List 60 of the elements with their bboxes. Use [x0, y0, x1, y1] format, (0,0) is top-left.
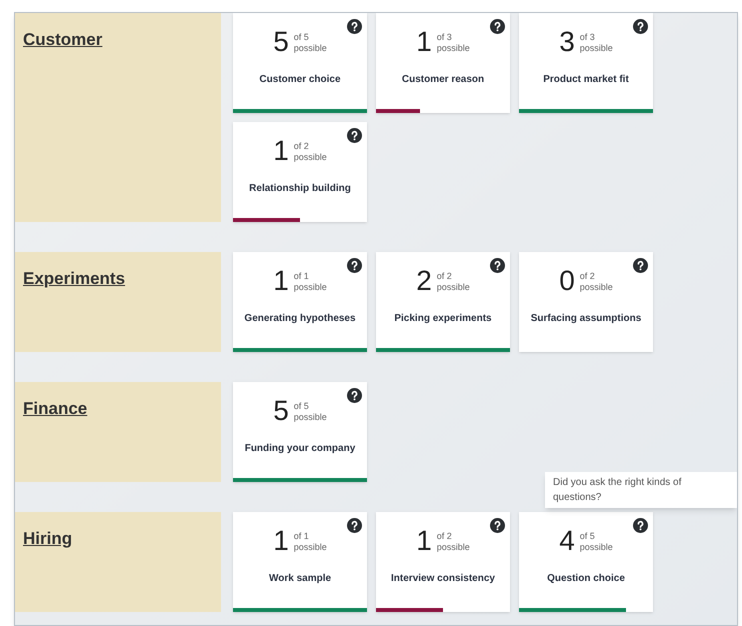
- possible-label: possible: [580, 542, 613, 553]
- help-icon[interactable]: [633, 518, 648, 533]
- card-title: Question choice: [547, 572, 625, 586]
- possible-label: possible: [580, 282, 613, 293]
- possible-label: possible: [294, 542, 327, 553]
- score-total: of 3: [436, 32, 453, 43]
- possible-label: possible: [436, 282, 470, 293]
- score-total: of 1: [294, 271, 310, 282]
- possible-label: possible: [294, 282, 327, 293]
- help-icon[interactable]: [347, 518, 362, 533]
- possible-label: possible: [436, 43, 470, 54]
- possible-label: possible: [580, 43, 613, 54]
- help-icon[interactable]: [347, 19, 362, 34]
- possible-label: possible: [294, 412, 327, 423]
- score-number: 1: [273, 266, 289, 296]
- card-title: Customer choice: [259, 73, 341, 87]
- help-icon[interactable]: [347, 128, 362, 143]
- card-title: Picking experiments: [394, 312, 492, 326]
- help-icon[interactable]: [490, 19, 505, 34]
- possible-label: possible: [436, 542, 470, 553]
- score-total: of 5: [294, 401, 310, 412]
- card-title: Product market fit: [543, 73, 629, 87]
- score-number: 3: [559, 27, 575, 57]
- score-number: 5: [273, 396, 289, 426]
- category-link[interactable]: Customer: [23, 30, 102, 49]
- score-number: 0: [559, 266, 575, 296]
- score-total: of 2: [436, 271, 453, 282]
- help-icon[interactable]: [347, 388, 362, 403]
- score-total: of 5: [294, 32, 310, 43]
- score-number: 1: [416, 27, 432, 57]
- score-number: 5: [273, 27, 289, 57]
- score-number: 1: [273, 136, 289, 166]
- score-number: 4: [559, 526, 575, 556]
- score-total: of 2: [294, 141, 310, 152]
- help-icon[interactable]: [490, 518, 505, 533]
- card-title: Generating hypotheses: [244, 312, 356, 326]
- category-link[interactable]: Experiments: [23, 269, 126, 288]
- score-total: of 5: [580, 531, 596, 542]
- card-title: Relationship building: [249, 182, 351, 196]
- score-total: of 2: [580, 271, 596, 282]
- score-number: 2: [416, 266, 432, 296]
- score-total: of 3: [580, 32, 596, 43]
- category-link[interactable]: Hiring: [23, 529, 72, 548]
- score-number: 1: [416, 526, 432, 556]
- possible-label: possible: [294, 152, 327, 163]
- help-icon[interactable]: [633, 258, 648, 273]
- help-icon[interactable]: [490, 258, 505, 273]
- category-link[interactable]: Finance: [23, 399, 88, 418]
- possible-label: possible: [294, 43, 327, 54]
- score-total: of 2: [436, 531, 453, 542]
- score-number: 1: [273, 526, 289, 556]
- tooltip: Did you ask the right kinds of questions?: [545, 472, 737, 508]
- card-title: Interview consistency: [391, 572, 495, 586]
- card-title: Customer reason: [402, 73, 484, 87]
- card-title: Surfacing assumptions: [530, 312, 642, 326]
- card-title: Funding your company: [244, 442, 356, 456]
- score-total: of 1: [294, 531, 310, 542]
- card-title: Work sample: [268, 572, 332, 586]
- help-icon[interactable]: [347, 258, 362, 273]
- help-icon[interactable]: [633, 19, 648, 34]
